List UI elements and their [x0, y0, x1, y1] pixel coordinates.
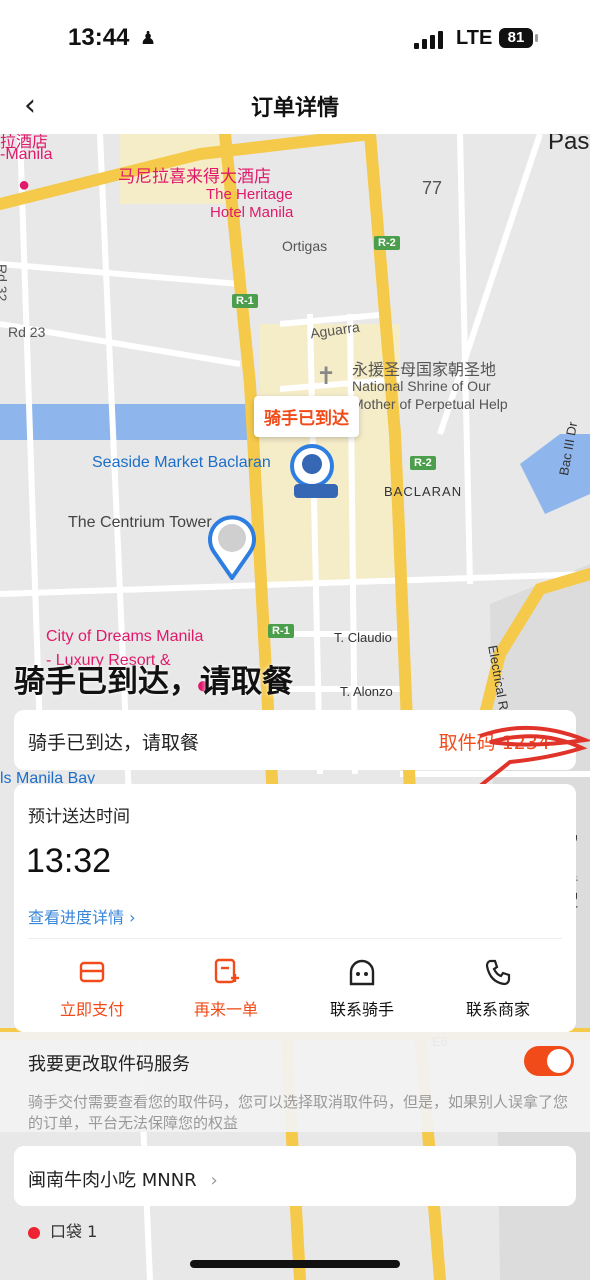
shop-card[interactable]: 闽南牛肉小吃 MNNR › — [14, 1146, 576, 1206]
road-tag: R-2 — [410, 456, 436, 470]
page-title: 订单详情 — [250, 96, 339, 121]
divider — [28, 938, 562, 939]
road-tag: R-1 — [232, 294, 258, 308]
map-label: Hotel Manila — [210, 204, 294, 221]
map-label: T. Alonzo — [340, 684, 393, 699]
person-icon: ♟ — [140, 28, 157, 49]
map-label: BACLARAN — [384, 484, 463, 499]
shop-name[interactable]: 闽南牛肉小吃 MNNR › — [28, 1166, 218, 1192]
item-dot-icon — [28, 1226, 40, 1239]
service-title: 我要更改取件码服务 — [28, 1054, 190, 1075]
rider-icon — [302, 956, 422, 988]
signal-icon — [414, 30, 446, 49]
action-label: 联系商家 — [465, 1000, 530, 1019]
item-label: 口袋 1 — [50, 1222, 98, 1241]
eta-time: 13:32 — [26, 842, 112, 880]
eta-card: 预计送达时间 13:32 查看进度详情 › 立即支付 再来一单 联系骑手 联系商… — [14, 784, 576, 1032]
map-label: 永援圣母国家朝圣地 — [352, 362, 497, 379]
map-label: Mother of Perpetual Help — [352, 396, 508, 412]
map-label: 马尼拉喜来得大酒店 — [118, 167, 271, 186]
shop-name-text: 闽南牛肉小吃 MNNR — [28, 1170, 197, 1191]
church-icon: ✝ — [316, 363, 337, 390]
map-overlay-text: 骑手已到达，请取餐 — [14, 664, 293, 700]
map-label: -Manila — [0, 146, 53, 163]
contact-rider-button[interactable]: 联系骑手 — [302, 956, 422, 1020]
nav-bar: ‹ 订单详情 — [0, 80, 590, 134]
redaction-scribble — [478, 725, 590, 788]
map-label: Ortigas — [282, 238, 328, 254]
map-label: The Centrium Tower — [68, 514, 212, 531]
map-label: Pas — [548, 134, 590, 155]
map-label: National Shrine of Our — [352, 378, 491, 394]
action-label: 联系骑手 — [329, 1000, 394, 1019]
pay-now-button[interactable]: 立即支付 — [32, 956, 152, 1020]
reorder-icon — [166, 956, 286, 988]
battery-icon: 81 — [499, 28, 533, 48]
map-label: Seaside Market Baclaran — [92, 454, 271, 471]
rider-arrived-tag: 骑手已到达 — [254, 396, 359, 437]
service-description: 骑手交付需要查看您的取件码，您可以选择取消取件码，但是，如果别人误拿了您的订单，… — [28, 1093, 569, 1132]
wallet-icon — [32, 956, 152, 988]
rider-location-icon — [290, 444, 338, 498]
pickup-code-service: 我要更改取件码服务 骑手交付需要查看您的取件码，您可以选择取消取件码，但是，如果… — [0, 1032, 590, 1132]
network-type: LTE — [456, 27, 493, 49]
road-tag: R-2 — [374, 236, 400, 250]
road-tag: R-1 — [268, 624, 294, 638]
pickup-code-toggle[interactable] — [524, 1046, 574, 1076]
action-label: 再来一单 — [193, 1000, 258, 1019]
map-label: City of Dreams Manila — [46, 628, 204, 645]
contact-merchant-button[interactable]: 联系商家 — [438, 956, 558, 1020]
reorder-button[interactable]: 再来一单 — [166, 956, 286, 1020]
map-label: The Heritage — [206, 186, 293, 203]
clock: 13:44 — [68, 24, 130, 51]
eta-label: 预计送达时间 — [28, 807, 130, 827]
map-label: Rd 23 — [8, 324, 46, 340]
order-status-text: 骑手已到达，请取餐 — [28, 732, 200, 754]
map-label: 77 — [422, 178, 443, 198]
home-indicator[interactable] — [190, 1260, 400, 1268]
action-label: 立即支付 — [59, 1000, 124, 1019]
phone-icon — [438, 956, 558, 988]
hotel-icon: ● — [18, 174, 31, 196]
destination-pin-icon — [208, 515, 256, 580]
progress-details-link[interactable]: 查看进度详情 › — [28, 904, 136, 928]
map-label: Rd 32 — [0, 264, 10, 302]
chevron-right-icon: › — [210, 1170, 218, 1191]
battery-tip — [535, 34, 538, 42]
status-bar: 13:44 ♟ LTE 81 — [0, 0, 590, 80]
map-label: T. Claudio — [334, 630, 392, 645]
toggle-knob — [547, 1049, 571, 1073]
order-item-row: 口袋 1 — [28, 1218, 97, 1242]
